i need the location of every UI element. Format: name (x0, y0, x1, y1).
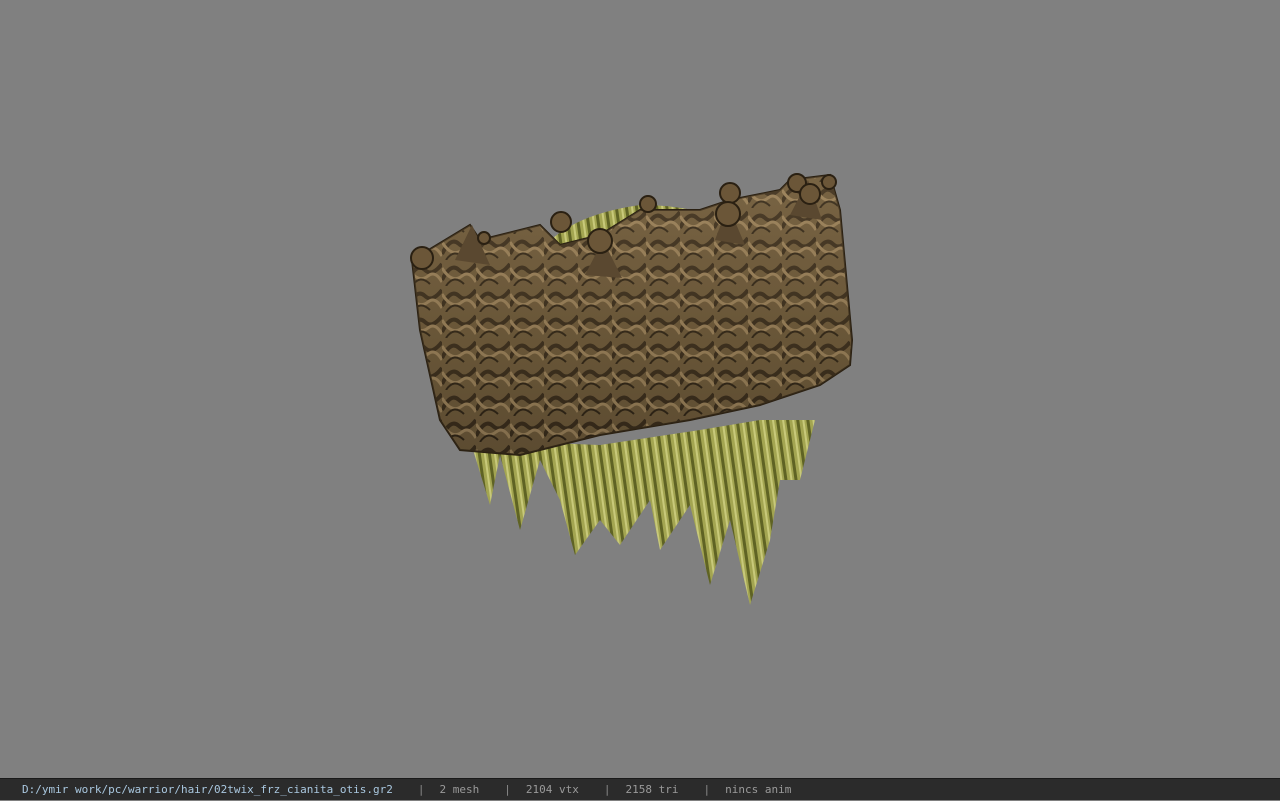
separator: | (504, 782, 511, 796)
status-bar: D:/ymir work/pc/warrior/hair/02twix_frz_… (0, 778, 1280, 800)
separator: | (417, 782, 425, 796)
file-path: D:/ymir work/pc/warrior/hair/02twix_frz_… (22, 782, 393, 796)
triangle-count: 2158 tri (625, 782, 679, 796)
vertex-count: 2104 vtx (525, 782, 579, 796)
anim-status: nincs anim (725, 782, 792, 796)
3d-viewport[interactable] (0, 0, 1280, 778)
separator: | (603, 782, 611, 796)
separator: | (703, 782, 711, 796)
mesh-count: 2 mesh (439, 782, 480, 796)
crown-hair-model (410, 173, 854, 605)
